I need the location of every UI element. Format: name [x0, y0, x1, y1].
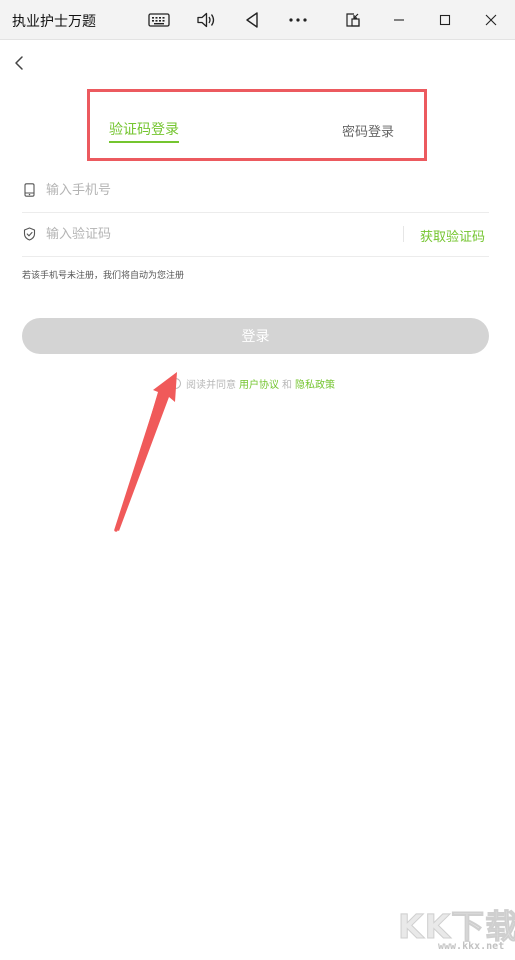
- watermark-url: www.kkx.net: [438, 941, 505, 952]
- annotation-arrow: [114, 372, 177, 532]
- watermark: KK下载 www.kkx.net: [397, 900, 515, 958]
